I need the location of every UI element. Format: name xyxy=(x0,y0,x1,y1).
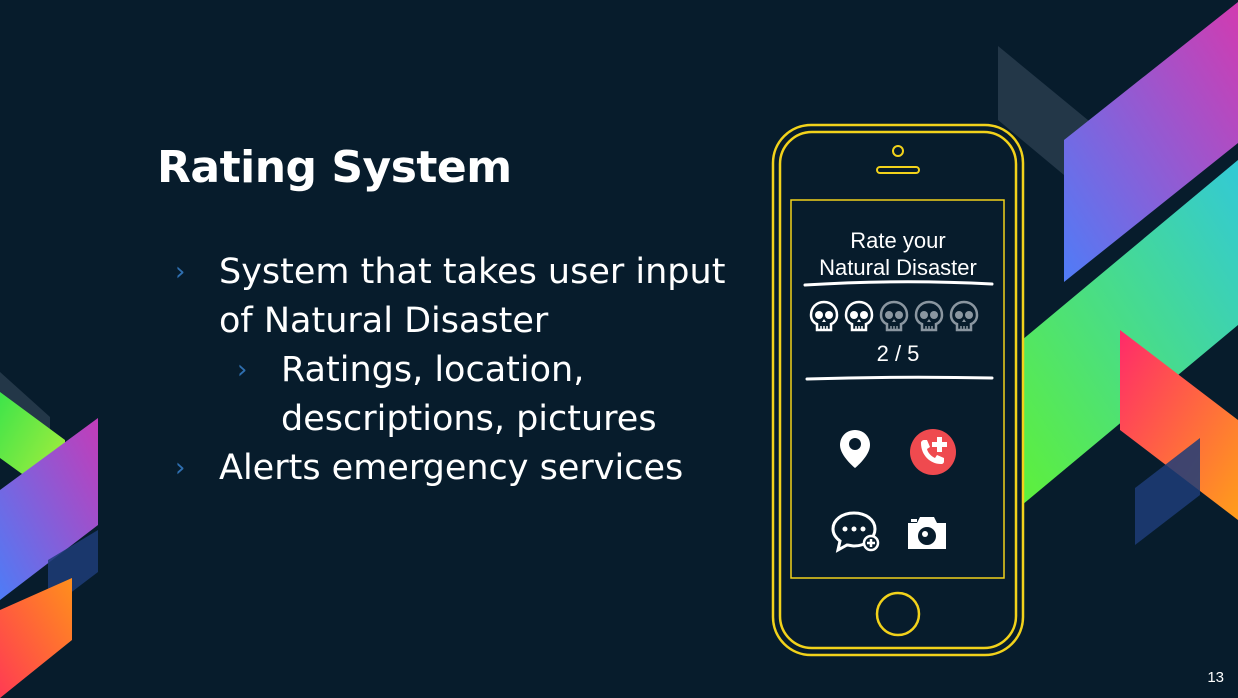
sub-bullet-item: › Ratings, location, descriptions, pictu… xyxy=(175,346,755,444)
slide-title: Rating System xyxy=(157,142,512,193)
bullet-item: › Alerts emergency services xyxy=(175,444,755,493)
skull-icon-filled[interactable] xyxy=(843,300,875,334)
rating-prompt-line1: Rate your xyxy=(850,228,946,253)
skull-icon-empty[interactable] xyxy=(878,300,910,334)
page-number: 13 xyxy=(1207,669,1224,686)
camera-icon[interactable] xyxy=(905,512,949,552)
bullet-text: Ratings, location, descriptions, picture… xyxy=(281,350,657,439)
skull-icon-empty[interactable] xyxy=(913,300,945,334)
bullet-arrow-icon: › xyxy=(237,355,248,385)
bullet-list: › System that takes user input of Natura… xyxy=(175,248,755,493)
bullet-item: › System that takes user input of Natura… xyxy=(175,248,755,346)
skull-icon-empty[interactable] xyxy=(948,300,980,334)
slide: Rating System › System that takes user i… xyxy=(0,0,1238,698)
add-comment-icon[interactable] xyxy=(830,510,882,554)
bullet-arrow-icon: › xyxy=(175,257,186,287)
phone-illustration xyxy=(771,123,1025,657)
rating-prompt-line2: Natural Disaster xyxy=(819,255,977,280)
bullet-arrow-icon: › xyxy=(175,453,186,483)
location-pin-icon[interactable] xyxy=(838,428,872,470)
skull-rating[interactable] xyxy=(808,300,980,334)
rating-value: 2 / 5 xyxy=(876,341,920,366)
emergency-call-icon[interactable] xyxy=(908,428,958,476)
bullet-text: Alerts emergency services xyxy=(219,448,684,488)
bullet-text: System that takes user input of Natural … xyxy=(219,252,726,341)
rating-prompt: Rate your Natural Disaster xyxy=(793,227,1003,281)
skull-icon-filled[interactable] xyxy=(808,300,840,334)
